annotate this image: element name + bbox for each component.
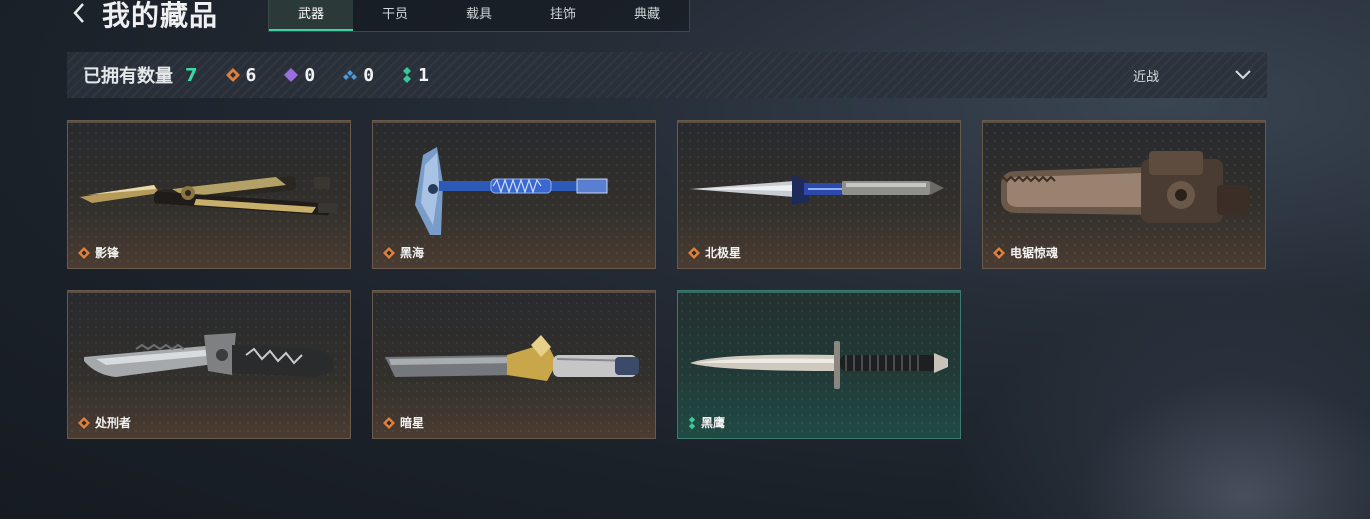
orange-diamond-icon	[993, 246, 1005, 259]
axe-image	[415, 147, 608, 235]
tab-weapons[interactable]: 武器	[269, 0, 353, 31]
weapon-name: 影锋	[95, 246, 120, 260]
weapon-card-heiying[interactable]: 黑鹰	[677, 290, 961, 439]
green-diamond-icon	[688, 416, 696, 429]
weapon-name-row: 影锋	[78, 244, 119, 261]
weapon-card-beijixing[interactable]: 北极星	[677, 120, 961, 269]
weapon-name: 暗星	[400, 416, 425, 430]
purple-count: 0	[304, 64, 316, 86]
weapon-name-row: 暗星	[383, 414, 424, 431]
weapon-name-row: 北极星	[688, 244, 741, 261]
weapon-name: 黑鹰	[701, 416, 726, 430]
rarity-count-purple: 0	[284, 65, 315, 86]
weapon-card-chuxingzhe[interactable]: 处刑者	[67, 290, 351, 439]
blue-diamond-icon	[343, 70, 358, 80]
blue-count: 0	[363, 64, 375, 86]
rarity-count-orange: 6	[225, 64, 257, 86]
orange-diamond-icon	[383, 416, 395, 429]
weapon-type-dropdown[interactable]: 近战	[1133, 52, 1251, 98]
weapon-name-row: 电锯惊魂	[993, 244, 1058, 261]
purple-diamond-icon	[284, 68, 299, 82]
chevron-left-icon	[73, 3, 84, 23]
weapon-card-yingfeng[interactable]: 影锋	[67, 120, 351, 269]
owned-count: 7	[185, 64, 198, 86]
long-blade-image	[385, 335, 639, 381]
rarity-count-blue: 0	[343, 65, 374, 86]
green-count: 1	[418, 64, 429, 86]
dropdown-label: 近战	[1132, 69, 1159, 85]
butterfly-knife-image	[80, 176, 338, 216]
page-title: 我的藏品	[102, 0, 219, 32]
category-tabs: 武器 干员 载具 挂饰 典藏	[268, 0, 690, 32]
weapon-name-row: 黑鹰	[688, 414, 725, 431]
orange-diamond-icon	[688, 246, 700, 259]
page-header: 我的藏品	[68, 0, 218, 34]
rarity-count-green: 1	[402, 65, 429, 86]
tab-operators[interactable]: 干员	[353, 0, 437, 31]
background-storm	[950, 289, 1370, 519]
orange-diamond-icon	[383, 246, 395, 259]
tab-collection[interactable]: 典藏	[605, 0, 689, 31]
chainsaw-image	[998, 151, 1249, 223]
weapon-card-heihai[interactable]: 黑海	[372, 120, 656, 269]
serrated-knife-image	[84, 333, 334, 377]
chevron-down-icon	[1235, 70, 1251, 80]
weapon-name: 北极星	[705, 246, 742, 260]
tab-vehicles[interactable]: 载具	[437, 0, 521, 31]
orange-count: 6	[245, 64, 257, 86]
weapon-name: 处刑者	[95, 416, 132, 430]
weapon-card-anxing[interactable]: 暗星	[372, 290, 656, 439]
weapon-name-row: 黑海	[383, 244, 424, 261]
orange-diamond-icon	[78, 246, 90, 259]
orange-diamond-icon	[225, 68, 240, 82]
owned-label: 已拥有数量	[83, 66, 173, 87]
green-diamond-icon	[403, 67, 412, 83]
summary-bar: 已拥有数量 7 6 0 0 1 近战	[67, 52, 1267, 98]
weapon-name-row: 处刑者	[78, 414, 131, 431]
tab-charms[interactable]: 挂饰	[521, 0, 605, 31]
weapon-name: 黑海	[400, 246, 425, 260]
weapon-name: 电锯惊魂	[1010, 246, 1059, 260]
back-button[interactable]	[68, 0, 90, 28]
weapon-card-dianjujinghun[interactable]: 电锯惊魂	[982, 120, 1266, 269]
combat-knife-image	[690, 341, 948, 389]
dagger-image	[690, 175, 944, 205]
orange-diamond-icon	[78, 416, 90, 429]
